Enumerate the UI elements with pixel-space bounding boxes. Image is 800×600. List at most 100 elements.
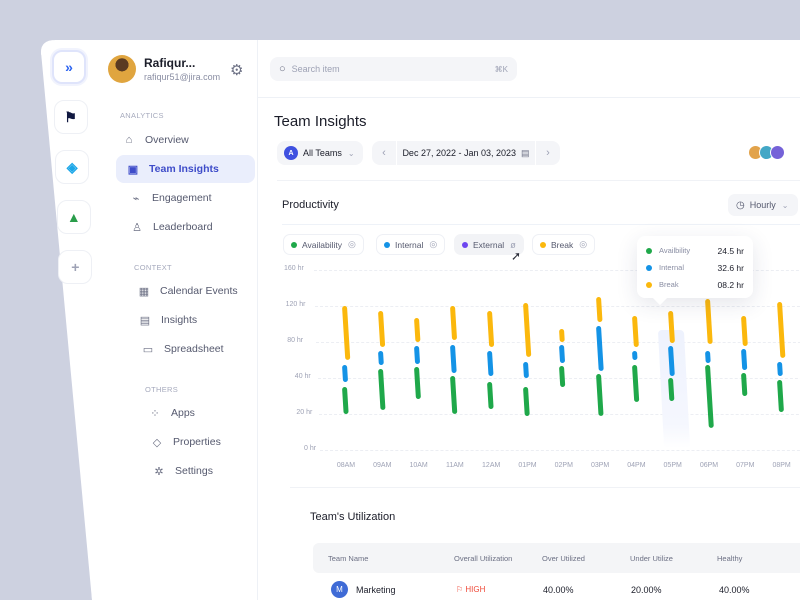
sidebar-item-calendar-events[interactable]: ▦ Calendar Events: [137, 277, 238, 305]
rail-tree-app-button[interactable]: ▲: [56, 200, 91, 234]
bar-segment-availability[interactable]: [595, 373, 604, 416]
eye-icon[interactable]: ◎: [579, 239, 587, 250]
bar-segment-internal[interactable]: [777, 361, 783, 377]
bar-segment-availability[interactable]: [631, 364, 640, 402]
date-range-picker: ‹ Dec 27, 2022 - Jan 03, 2023 ▤ ›: [372, 141, 560, 165]
bar-segment-internal[interactable]: [523, 361, 529, 379]
overview-icon: ⌂: [125, 134, 133, 146]
team-selector[interactable]: A All Teams ⌄: [277, 141, 363, 165]
bar-segment-availability[interactable]: [341, 386, 349, 415]
sidebar-item-label: Apps: [171, 407, 195, 419]
bar-segment-break[interactable]: [341, 305, 350, 361]
sidebar-item-engagement[interactable]: ⌁ Engagement: [129, 184, 212, 212]
sidebar-item-leaderboard[interactable]: ♙ Leaderboard: [130, 213, 213, 241]
search-input[interactable]: ○ Search item ⌘K: [270, 57, 517, 81]
rail-jira-app-button[interactable]: »: [52, 50, 86, 84]
bar-segment-availability[interactable]: [414, 367, 422, 400]
bar-segment-availability[interactable]: [486, 381, 494, 409]
legend-break-toggle[interactable]: Break ◎: [532, 234, 596, 255]
divider: [277, 180, 800, 181]
bar-segment-break[interactable]: [740, 315, 748, 346]
eye-icon[interactable]: ◎: [348, 239, 356, 250]
y-tick-label: 0 hr: [304, 445, 317, 452]
interval-label: Hourly: [749, 200, 776, 210]
bar-segment-break[interactable]: [631, 315, 639, 347]
bar-segment-internal[interactable]: [631, 350, 638, 361]
bar-segment-break[interactable]: [523, 303, 532, 358]
sidebar-item-insights[interactable]: ▤ Insights: [138, 306, 197, 334]
sidebar-item-overview[interactable]: ⌂ Overview: [122, 126, 189, 154]
legend-internal-toggle[interactable]: Internal ◎: [376, 234, 446, 255]
bar-segment-internal[interactable]: [341, 364, 348, 382]
tooltip-value: 08.2 hr: [717, 279, 744, 290]
tooltip-label: Availbility: [659, 246, 691, 255]
date-range[interactable]: Dec 27, 2022 - Jan 03, 2023 ▤: [396, 141, 536, 165]
spreadsheet-icon: ▭: [142, 343, 154, 356]
y-tick-label: 120 hr: [285, 301, 306, 308]
interval-select[interactable]: ◷ Hourly ⌄: [728, 194, 798, 216]
productivity-title: Productivity: [282, 199, 339, 211]
sidebar-item-team-insights[interactable]: ▣ Team Insights: [116, 155, 255, 183]
bar-segment-internal[interactable]: [559, 344, 566, 363]
x-tick-label: 10AM: [409, 462, 428, 469]
tooltip-dot: [646, 281, 652, 288]
legend-label: Internal: [395, 239, 424, 250]
prev-date-button[interactable]: ‹: [372, 141, 396, 165]
column-header: Under Utilize: [630, 554, 673, 563]
bar-segment-availability[interactable]: [523, 386, 530, 416]
leaderboard-icon: ♙: [132, 221, 142, 234]
nav-heading: CONTEXT: [134, 263, 172, 272]
page-title: Team Insights: [274, 113, 367, 130]
divider: [282, 224, 800, 225]
bar-segment-internal[interactable]: [704, 350, 711, 363]
user-profile[interactable]: Rafiqur... rafiqur51@jira.com: [108, 55, 220, 83]
bar-segment-break[interactable]: [668, 310, 676, 343]
y-tick-label: 20 hr: [296, 409, 313, 416]
bar-segment-internal[interactable]: [595, 325, 604, 371]
eye-icon[interactable]: ◎: [429, 239, 437, 250]
tooltip-label: Internal: [659, 263, 685, 272]
dark-app-icon: ⚑: [64, 108, 77, 125]
search-placeholder: Search item: [291, 64, 340, 74]
tooltip-dot: [646, 247, 652, 254]
rail-dark-app-button[interactable]: ⚑: [53, 100, 88, 134]
y-tick-label: 40 hr: [294, 373, 311, 380]
eye-off-icon[interactable]: ø: [510, 240, 516, 250]
engagement-icon: ⌁: [132, 192, 140, 205]
bar-segment-internal[interactable]: [740, 349, 748, 370]
bar-segment-availability[interactable]: [450, 376, 458, 415]
gridline: [320, 450, 800, 451]
bar-segment-internal[interactable]: [414, 345, 421, 364]
chevron-down-icon: ⌄: [781, 200, 789, 210]
bar-segment-availability[interactable]: [559, 366, 566, 388]
bar-segment-break[interactable]: [414, 317, 421, 343]
bar-segment-internal[interactable]: [450, 344, 458, 373]
bar-segment-availability[interactable]: [704, 365, 714, 429]
sidebar-item-label: Leaderboard: [153, 221, 213, 233]
bar-segment-break[interactable]: [377, 310, 385, 347]
bar-segment-availability[interactable]: [777, 379, 785, 413]
bar-segment-break[interactable]: [777, 302, 786, 359]
bar-segment-availability[interactable]: [740, 372, 748, 397]
sidebar-item-spreadsheet[interactable]: ▭ Spreadsheet: [141, 335, 224, 363]
gridline: [316, 342, 800, 343]
rail-diamond-app-button[interactable]: ◈: [55, 150, 90, 184]
bar-segment-break[interactable]: [595, 296, 603, 323]
nav-heading: OTHERS: [145, 385, 179, 394]
member-avatars[interactable]: [748, 145, 785, 160]
bar-segment-break[interactable]: [559, 328, 566, 342]
bar-segment-internal[interactable]: [377, 350, 384, 365]
bar-segment-break[interactable]: [450, 305, 458, 341]
gear-icon[interactable]: ⚙: [230, 61, 243, 79]
x-tick-label: 08PM: [772, 462, 791, 469]
sidebar-item-apps[interactable]: ⁘ Apps: [148, 399, 195, 427]
bar-segment-availability[interactable]: [377, 368, 386, 411]
legend-availability-toggle[interactable]: Availability ◎: [283, 234, 364, 255]
rail-add-app-button[interactable]: +: [58, 250, 93, 284]
search-shortcut: ⌘K: [494, 64, 508, 74]
tooltip-dot: [646, 264, 652, 271]
next-date-button[interactable]: ›: [536, 141, 560, 165]
sidebar-item-properties[interactable]: ◇ Properties: [150, 428, 221, 456]
sidebar-item-settings[interactable]: ✲ Settings: [152, 457, 213, 485]
bar-segment-internal[interactable]: [486, 350, 494, 377]
